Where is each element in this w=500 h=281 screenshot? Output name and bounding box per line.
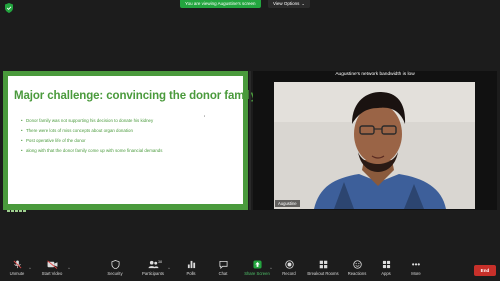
- participant-video-panel: Augustine's network bandwidth is low Aug…: [253, 71, 497, 210]
- video-options-chevron-icon[interactable]: ^: [68, 266, 70, 271]
- slide-title: Major challenge: convincing the donor fa…: [14, 90, 257, 102]
- shared-slide: Major challenge: convincing the donor fa…: [3, 71, 257, 212]
- record-label: Record: [282, 271, 296, 276]
- chevron-down-icon: ⌄: [301, 1, 305, 6]
- breakout-rooms-label: Breakout Rooms: [307, 271, 339, 276]
- slide-content: Major challenge: convincing the donor fa…: [8, 76, 257, 204]
- screen-share-banner: You are viewing Augustine's screen: [180, 0, 261, 8]
- start-video-label: Start Video: [41, 271, 63, 276]
- video-off-icon: [46, 260, 57, 269]
- reactions-smiley-icon: [352, 260, 362, 269]
- security-label: Security: [107, 271, 123, 276]
- unmute-button[interactable]: Unmute: [6, 260, 28, 276]
- polls-icon: [187, 260, 195, 269]
- zoom-meeting-window: You are viewing Augustine's screen View …: [0, 0, 500, 281]
- start-video-button[interactable]: Start Video: [37, 260, 67, 276]
- view-options-button[interactable]: View Options ⌄: [268, 0, 310, 8]
- record-button[interactable]: Record: [280, 260, 298, 276]
- panel-splitter[interactable]: [249, 71, 251, 210]
- participants-options-chevron-icon[interactable]: ^: [168, 266, 170, 271]
- breakout-rooms-icon: [319, 260, 327, 269]
- apps-icon: [382, 260, 390, 269]
- view-options-label: View Options: [273, 1, 300, 6]
- chat-button[interactable]: Chat: [215, 260, 231, 276]
- share-options-chevron-icon[interactable]: ^: [270, 266, 272, 271]
- slide-footer-controls: [7, 199, 37, 212]
- polls-label: Polls: [186, 271, 196, 276]
- participants-icon: [148, 260, 158, 269]
- participants-label: Participants: [142, 271, 164, 276]
- record-icon: [284, 260, 294, 269]
- participant-name-tag: Augustine: [275, 200, 300, 207]
- meeting-toolbar: Unmute ^ Start Video ^ Security Particip…: [0, 256, 500, 281]
- reactions-label: Reactions: [347, 271, 367, 276]
- reactions-button[interactable]: Reactions: [345, 260, 369, 276]
- security-button[interactable]: Security: [104, 260, 126, 276]
- slide-bullet: along with that the donor family come up…: [21, 146, 236, 156]
- more-dots-icon: •••: [411, 260, 421, 269]
- share-screen-button[interactable]: Share Screen: [243, 260, 271, 276]
- participant-video-image: [274, 82, 475, 209]
- shield-icon: [110, 260, 120, 269]
- bandwidth-warning: Augustine's network bandwidth is low: [335, 72, 415, 77]
- participants-button[interactable]: Participants: [139, 260, 167, 276]
- apps-button[interactable]: Apps: [378, 260, 394, 276]
- audio-options-chevron-icon[interactable]: ^: [29, 266, 31, 271]
- slide-bullet: Post operative life of the donor: [21, 136, 236, 146]
- chat-label: Chat: [218, 271, 228, 276]
- slide-bullet: Donor family was not supporting his deci…: [21, 116, 236, 126]
- polls-button[interactable]: Polls: [183, 260, 199, 276]
- slide-bullet: There were lots of miss concepts about o…: [21, 126, 236, 136]
- chat-icon: [218, 260, 228, 269]
- participant-video[interactable]: Augustine: [274, 82, 475, 209]
- share-screen-icon: [252, 260, 262, 269]
- end-meeting-button[interactable]: End: [474, 265, 496, 276]
- slide-bullet-list: Donor family was not supporting his deci…: [21, 116, 236, 156]
- more-button[interactable]: ••• More: [408, 260, 424, 276]
- share-screen-label: Share Screen: [244, 271, 270, 276]
- microphone-muted-icon: [13, 260, 21, 269]
- participants-count-badge: 38: [158, 260, 162, 264]
- shield-icon[interactable]: [5, 3, 13, 13]
- apps-label: Apps: [381, 271, 391, 276]
- unmute-label: Unmute: [9, 271, 25, 276]
- breakout-rooms-button[interactable]: Breakout Rooms: [306, 260, 340, 276]
- more-label: More: [411, 271, 421, 276]
